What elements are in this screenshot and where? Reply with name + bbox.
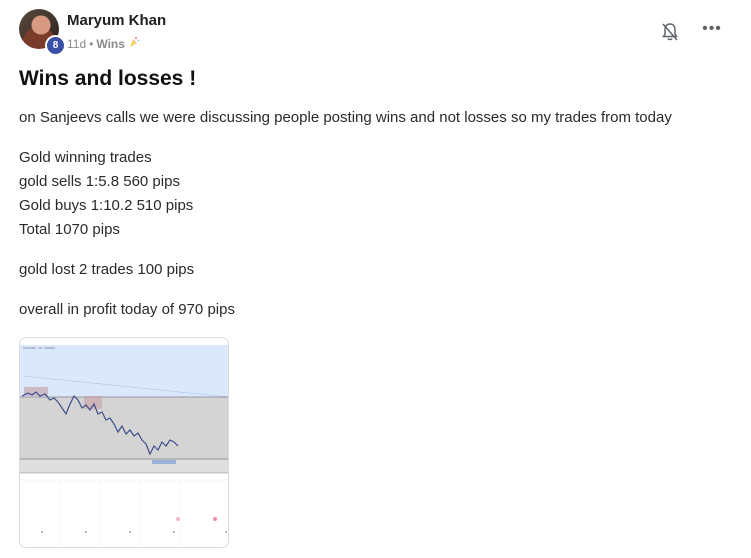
meta-separator: • bbox=[89, 36, 94, 51]
winning-line: Total 1070 pips bbox=[19, 221, 120, 238]
winning-line: Gold winning trades bbox=[19, 149, 152, 166]
post-time: 11d bbox=[67, 36, 87, 51]
author-avatar[interactable]: 8 bbox=[19, 9, 66, 56]
winning-line: gold sells 1:5.8 560 pips bbox=[19, 173, 180, 190]
trading-chart-thumbnail: XAUUSD · 15 · OANDA bbox=[20, 338, 228, 547]
winning-line: Gold buys 1:10.2 510 pips bbox=[19, 197, 194, 214]
post-header: 8 Maryum Khan 11d • Wins ••• bbox=[19, 9, 731, 56]
post-intro: on Sanjeevs calls we were discussing peo… bbox=[19, 109, 672, 126]
losses-line: gold lost 2 trades 100 pips bbox=[19, 261, 195, 278]
winning-trades-block: Gold winning trades gold sells 1:5.8 560… bbox=[19, 146, 193, 242]
svg-text:XAUUSD · 15 · OANDA: XAUUSD · 15 · OANDA bbox=[23, 346, 55, 350]
post-title: Wins and losses ! bbox=[19, 67, 197, 90]
bell-off-icon[interactable] bbox=[661, 22, 679, 42]
author-name[interactable]: Maryum Khan bbox=[67, 12, 166, 29]
more-horizontal-icon[interactable]: ••• bbox=[701, 21, 723, 43]
chart-attachment-image[interactable]: XAUUSD · 15 · OANDA bbox=[19, 337, 229, 548]
summary-line: overall in profit today of 970 pips bbox=[19, 301, 235, 318]
celebration-icon bbox=[128, 36, 140, 51]
level-badge: 8 bbox=[45, 35, 66, 56]
post-meta: 11d • Wins bbox=[67, 36, 140, 51]
post-category[interactable]: Wins bbox=[96, 37, 125, 51]
